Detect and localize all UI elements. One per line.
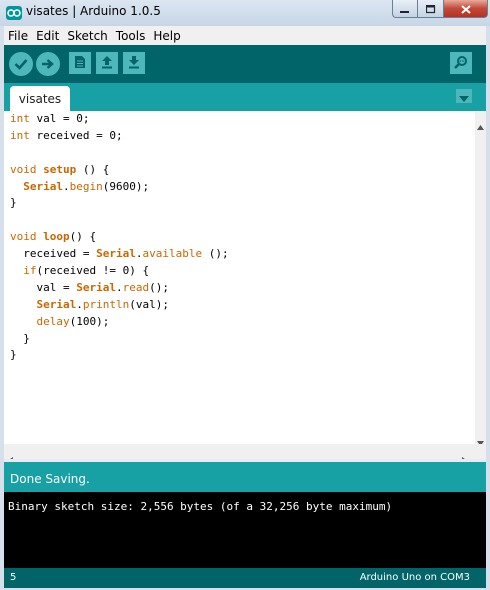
save-button[interactable] [123,52,145,74]
code-text: () { [76,162,110,176]
code-text: . [63,179,70,193]
close-button[interactable] [444,0,488,18]
menu-sketch[interactable]: Sketch [63,29,111,43]
code-line[interactable]: delay(100); [4,314,475,331]
code-keyword: available [142,247,203,261]
open-button[interactable] [96,52,118,74]
menu-help[interactable]: Help [149,29,184,43]
code-text: (); [202,247,229,261]
code-text: } [10,348,17,362]
code-text: } [10,196,17,210]
menu-tools[interactable]: Tools [112,29,150,43]
maximize-button[interactable] [418,0,444,18]
code-line[interactable] [4,212,475,229]
code-text: . [115,280,123,294]
code-text: (); [149,280,169,294]
code-text: } [10,331,30,345]
arduino-logo-icon [6,5,22,20]
code-line[interactable]: void loop() { [4,229,475,246]
save-icon [128,54,140,73]
editor-horizontal-scrollbar[interactable] [4,444,475,464]
code-line[interactable]: int val = 0; [4,111,475,128]
upload-icon [41,55,55,74]
code-text: val = 0; [29,112,90,125]
code-keyword: void [10,162,37,176]
menu-edit[interactable]: Edit [32,29,63,43]
code-text: (9600); [102,179,150,193]
code-keyword: Serial [36,297,77,311]
code-keyword: delay [36,314,70,328]
code-keyword: Serial [76,280,116,294]
code-text: (val); [129,297,169,311]
code-line[interactable]: int received = 0; [4,128,475,145]
code-line[interactable]: } [4,347,475,364]
editor-vertical-scrollbar[interactable] [475,111,486,446]
code-keyword: begin [69,179,103,193]
status-message: Done Saving. [10,472,90,486]
console-text: Binary sketch size: 2,556 bytes (of a 32… [8,500,393,513]
code-keyword: loop [43,230,70,244]
code-text: val = [10,280,77,294]
board-port-label: Arduino Uno on COM3 [359,572,470,583]
footer-bar: 5 Arduino Uno on COM3 [4,568,486,588]
minimize-button[interactable] [392,0,418,18]
code-text: received = 0; [29,128,123,142]
code-line[interactable]: if(received != 0) { [4,263,475,280]
verify-icon [14,55,28,74]
serial-monitor-button[interactable] [450,52,472,74]
code-keyword: int [10,112,30,125]
new-icon [74,54,86,73]
tab-menu-button[interactable] [456,89,472,103]
code-line[interactable]: Serial.begin(9600); [4,179,475,196]
toolbar [4,45,486,83]
title-bar[interactable]: visates | Arduino 1.0.5 [0,0,490,26]
code-text: (received != 0) { [36,264,150,278]
code-text: (100); [69,314,110,328]
code-line[interactable]: void setup () { [4,162,475,179]
code-keyword: if [23,264,37,278]
code-line[interactable]: } [4,331,475,348]
code-keyword: Serial [23,179,63,193]
upload-button[interactable] [36,52,60,76]
code-keyword: Serial [96,247,136,261]
code-line[interactable]: val = Serial.read(); [4,280,475,297]
tab-visates[interactable]: visates [10,86,70,111]
maximize-icon [425,0,436,18]
code-keyword: void [10,230,37,244]
scrollbar-corner [475,444,486,459]
arduino-ide-window: visates | Arduino 1.0.5 File Edit Sketch… [0,0,490,590]
code-keyword: setup [43,162,77,176]
scroll-up-arrow-icon[interactable] [477,115,484,134]
minimize-icon [400,0,410,18]
code-line[interactable]: received = Serial.available (); [4,246,475,263]
menu-file[interactable]: File [4,29,32,43]
code-keyword: int [10,128,30,142]
close-icon [460,0,471,18]
new-button[interactable] [69,52,91,74]
code-text: received = [10,247,97,261]
code-text: . [76,297,83,311]
console-output[interactable]: Binary sketch size: 2,556 bytes (of a 32… [4,492,486,568]
open-icon [101,54,113,73]
code-line[interactable] [4,145,475,162]
code-keyword: read [122,280,150,294]
status-bar: Done Saving. [4,462,486,492]
current-line-number: 5 [10,572,17,583]
code-line[interactable]: } [4,195,475,212]
chevron-down-icon [459,87,469,106]
tab-bar: visates [4,83,486,111]
code-text: () { [69,230,97,244]
code-editor[interactable]: int val = 0; int received = 0; void setup… [4,111,475,444]
window-title: visates | Arduino 1.0.5 [26,4,161,18]
code-keyword: println [82,297,130,311]
verify-button[interactable] [9,52,33,76]
code-line[interactable]: Serial.println(val); [4,297,475,314]
menu-bar: File Edit Sketch Tools Help [4,26,486,45]
serial-monitor-icon [454,54,468,73]
